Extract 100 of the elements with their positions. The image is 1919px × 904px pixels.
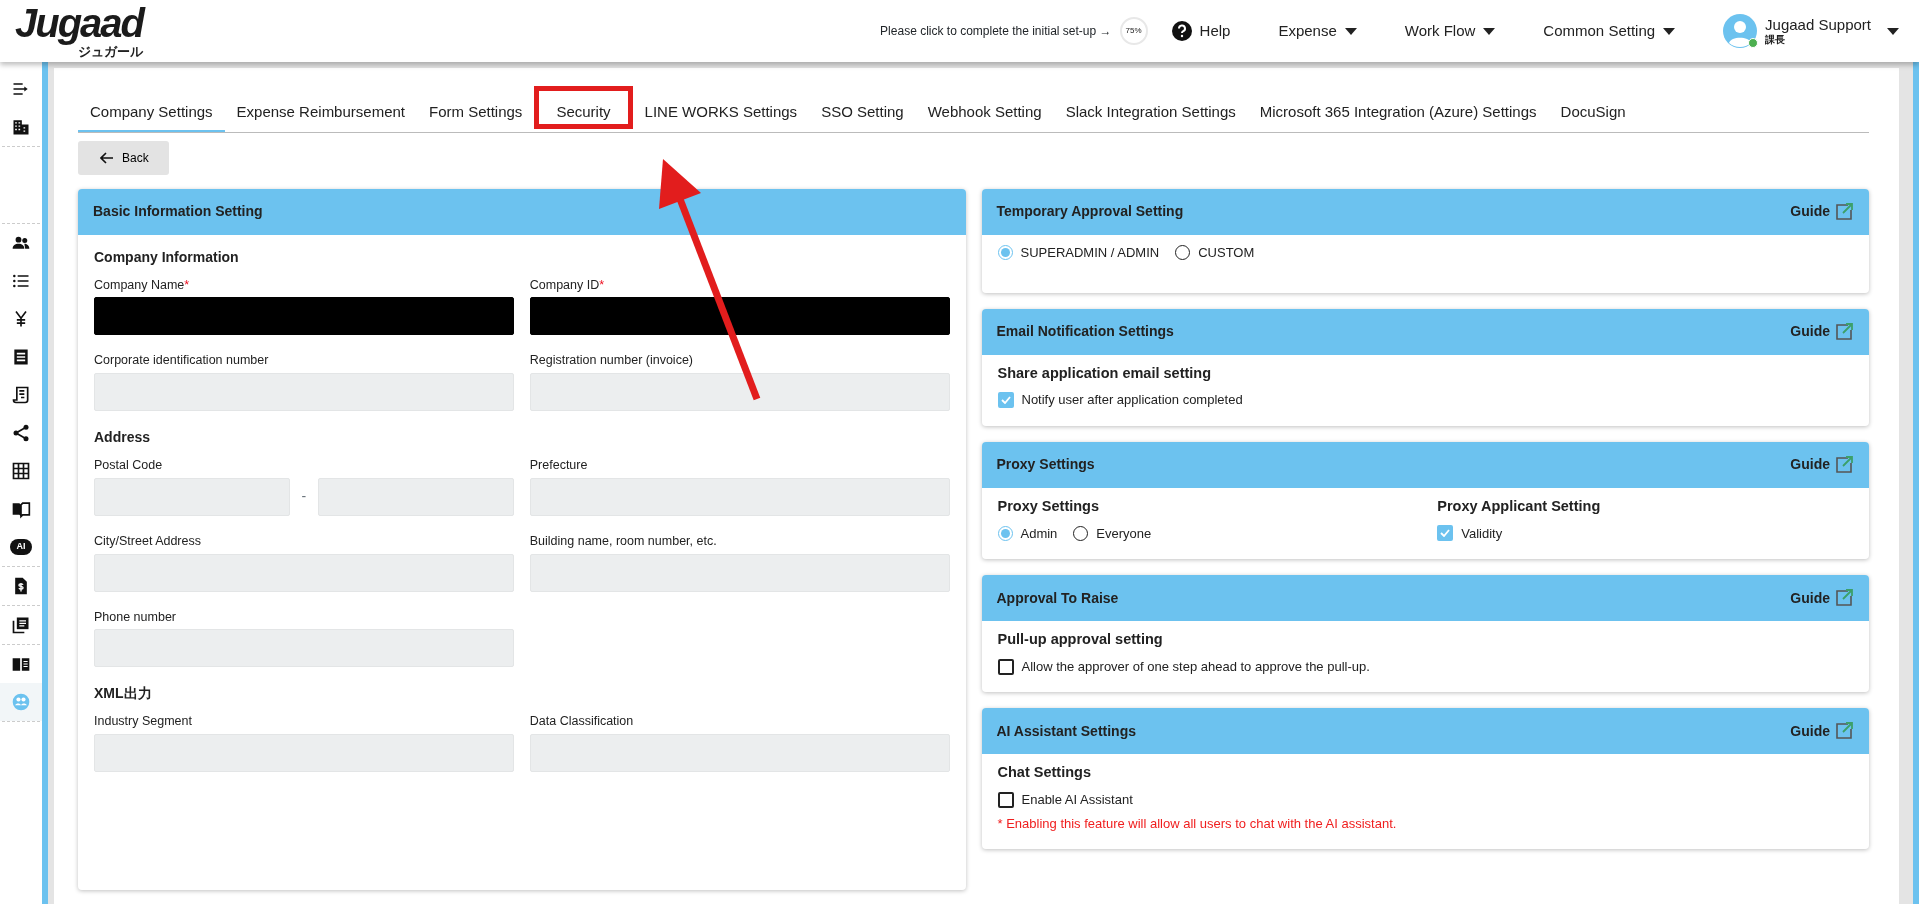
- guide-link[interactable]: Guide: [1790, 587, 1854, 609]
- input-field[interactable]: [529, 477, 950, 516]
- checkbox-label: Enable AI Assistant: [1021, 791, 1133, 809]
- tab[interactable]: Security: [534, 92, 633, 132]
- progress-indicator: 75%: [1119, 17, 1148, 45]
- field-separator: -: [300, 487, 308, 507]
- guide-link[interactable]: Guide: [1790, 720, 1854, 742]
- tab[interactable]: Webhook Setting: [915, 93, 1054, 132]
- warning-note: * Enabling this feature will allow all users to chat with the AI assistant.: [997, 814, 1398, 833]
- help-icon: [1171, 21, 1192, 41]
- document-icon: [11, 385, 31, 405]
- radio-label: CUSTOM: [1198, 243, 1255, 262]
- checkbox[interactable]: [1437, 525, 1454, 542]
- redacted-field[interactable]: [94, 297, 514, 336]
- field-label: Company ID*: [529, 276, 606, 294]
- card-title: Proxy Settings: [996, 455, 1095, 475]
- external-link-icon: [1834, 721, 1854, 742]
- grid-icon: [11, 461, 31, 481]
- menu-dropdown[interactable]: Expense: [1278, 19, 1357, 43]
- input-field[interactable]: [94, 629, 514, 668]
- checkmark-icon: [1440, 529, 1451, 538]
- field-label: Building name, room number, etc.: [529, 532, 718, 550]
- card-title: AI Assistant Settings: [996, 721, 1136, 741]
- card-title: Approval To Raise: [996, 588, 1119, 608]
- card-header: Basic Information Setting: [78, 188, 966, 235]
- checkmark-icon: [1000, 396, 1011, 404]
- field-label: Industry Segment: [94, 713, 193, 731]
- section-heading: Company Information: [94, 247, 240, 267]
- external-link-icon: [1834, 321, 1854, 342]
- input-field[interactable]: [529, 553, 950, 592]
- guide-link[interactable]: Guide: [1790, 454, 1854, 476]
- logo-subtitle: ジュガール: [77, 47, 144, 57]
- caret-icon: [1483, 28, 1496, 36]
- field-label: Registration number (invoice): [529, 352, 694, 370]
- input-field[interactable]: [529, 734, 950, 772]
- book-icon: [11, 499, 31, 519]
- setup-link[interactable]: Please click to complete the initial set-up →: [880, 22, 1112, 40]
- input-field[interactable]: [94, 734, 514, 772]
- radio-label: SUPERADMIN / ADMIN: [1020, 243, 1160, 262]
- tab[interactable]: LINE WORKS Settings: [632, 93, 810, 132]
- building-icon: [11, 117, 31, 137]
- section-heading: Address: [94, 428, 152, 447]
- input-field[interactable]: [529, 373, 950, 411]
- tab[interactable]: Expense Reimbursement: [224, 93, 417, 132]
- checkbox-label: Validity: [1461, 524, 1503, 543]
- checkbox[interactable]: [997, 791, 1014, 808]
- caret-icon: [1663, 28, 1676, 36]
- checkbox[interactable]: [997, 658, 1014, 675]
- field-label: Data Classification: [529, 713, 635, 731]
- receipt-icon: [11, 347, 31, 367]
- setting-heading: Chat Settings: [997, 763, 1092, 783]
- setting-heading: Pull-up approval setting: [997, 630, 1164, 649]
- tab[interactable]: Microsoft 365 Integration (Azure) Settings: [1247, 93, 1549, 132]
- menu-dropdown[interactable]: Common Setting: [1543, 19, 1676, 43]
- tab[interactable]: SSO Setting: [809, 93, 916, 132]
- input-field[interactable]: [94, 373, 514, 411]
- radio-label: Everyone: [1096, 524, 1152, 543]
- checkbox-label: Notify user after application completed: [1021, 391, 1243, 410]
- tab[interactable]: Company Settings: [78, 93, 225, 132]
- scrollbar-thumb[interactable]: [1913, 62, 1919, 904]
- checkbox[interactable]: [997, 392, 1014, 408]
- arrow-left-icon: [100, 151, 114, 164]
- guide-link[interactable]: Guide: [1790, 321, 1854, 342]
- caret-icon: [1344, 28, 1357, 36]
- card-title: Temporary Approval Setting: [996, 202, 1184, 221]
- checkbox-label: Allow the approver of one step ahead to approve the pull-up.: [1021, 657, 1370, 676]
- caret-icon[interactable]: [1887, 27, 1899, 35]
- share-icon: [11, 423, 31, 443]
- external-link-icon: [1834, 454, 1854, 475]
- field-label: Phone number: [94, 608, 177, 626]
- tab[interactable]: DocuSign: [1548, 93, 1638, 132]
- tab[interactable]: Slack Integration Settings: [1053, 93, 1248, 132]
- field-label: Company Name*: [94, 276, 191, 294]
- people-circle-icon: [11, 692, 31, 712]
- menu-dropdown[interactable]: Work Flow: [1404, 19, 1496, 43]
- input-field[interactable]: [94, 553, 514, 592]
- field-label: Postal Code: [94, 457, 164, 474]
- guide-link[interactable]: Guide: [1790, 201, 1854, 222]
- user-role: 課長: [1765, 35, 1786, 45]
- tab[interactable]: Form Settings: [417, 93, 535, 132]
- radio-label: Admin: [1020, 524, 1058, 543]
- setting-heading: Proxy Settings: [997, 496, 1101, 516]
- redacted-field[interactable]: [529, 297, 950, 336]
- input-field[interactable]: [94, 477, 290, 516]
- setting-heading: Proxy Applicant Setting: [1437, 496, 1602, 516]
- documents-icon: [11, 615, 31, 635]
- card-title: Email Notification Settings: [996, 322, 1174, 341]
- external-link-icon: [1834, 588, 1854, 608]
- section-heading: XML出力: [94, 684, 153, 704]
- avatar-icon: [1723, 14, 1758, 48]
- back-button[interactable]: Back: [78, 140, 169, 175]
- help-button[interactable]: Help: [1171, 19, 1231, 43]
- field-label: Corporate identification number: [94, 352, 270, 370]
- external-link-icon: [1834, 201, 1854, 222]
- sidebar-item[interactable]: AI: [0, 528, 42, 566]
- field-label: City/Street Address: [94, 532, 202, 550]
- logo[interactable]: Jugaad: [15, 5, 144, 43]
- setting-heading: Share application email setting: [997, 363, 1213, 383]
- field-label: Prefecture: [529, 457, 589, 474]
- input-field[interactable]: [318, 477, 514, 516]
